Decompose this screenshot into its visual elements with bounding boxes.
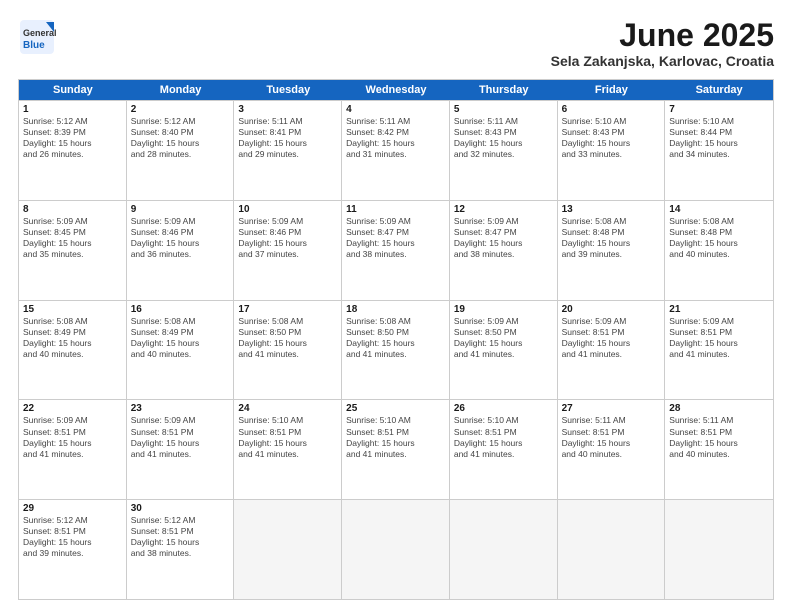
cell-28: 28 Sunrise: 5:11 AM Sunset: 8:51 PM Dayl… bbox=[665, 400, 773, 499]
week-row-3: 15 Sunrise: 5:08 AM Sunset: 8:49 PM Dayl… bbox=[19, 300, 773, 400]
cell-1: 1 Sunrise: 5:12 AM Sunset: 8:39 PM Dayli… bbox=[19, 101, 127, 200]
cell-19: 19 Sunrise: 5:09 AM Sunset: 8:50 PM Dayl… bbox=[450, 301, 558, 400]
cell-16: 16 Sunrise: 5:08 AM Sunset: 8:49 PM Dayl… bbox=[127, 301, 235, 400]
svg-text:General: General bbox=[23, 28, 56, 38]
title-block: June 2025 Sela Zakanjska, Karlovac, Croa… bbox=[551, 18, 774, 69]
week-row-5: 29 Sunrise: 5:12 AM Sunset: 8:51 PM Dayl… bbox=[19, 499, 773, 599]
cell-empty-4 bbox=[558, 500, 666, 599]
cell-21: 21 Sunrise: 5:09 AM Sunset: 8:51 PM Dayl… bbox=[665, 301, 773, 400]
cell-29: 29 Sunrise: 5:12 AM Sunset: 8:51 PM Dayl… bbox=[19, 500, 127, 599]
cell-5: 5 Sunrise: 5:11 AM Sunset: 8:43 PM Dayli… bbox=[450, 101, 558, 200]
week-row-2: 8 Sunrise: 5:09 AM Sunset: 8:45 PM Dayli… bbox=[19, 200, 773, 300]
cell-9: 9 Sunrise: 5:09 AM Sunset: 8:46 PM Dayli… bbox=[127, 201, 235, 300]
cell-10: 10 Sunrise: 5:09 AM Sunset: 8:46 PM Dayl… bbox=[234, 201, 342, 300]
week-row-4: 22 Sunrise: 5:09 AM Sunset: 8:51 PM Dayl… bbox=[19, 399, 773, 499]
cell-3: 3 Sunrise: 5:11 AM Sunset: 8:41 PM Dayli… bbox=[234, 101, 342, 200]
cell-14: 14 Sunrise: 5:08 AM Sunset: 8:48 PM Dayl… bbox=[665, 201, 773, 300]
svg-text:Blue: Blue bbox=[23, 40, 45, 51]
week-row-1: 1 Sunrise: 5:12 AM Sunset: 8:39 PM Dayli… bbox=[19, 100, 773, 200]
cell-empty-5 bbox=[665, 500, 773, 599]
cell-8: 8 Sunrise: 5:09 AM Sunset: 8:45 PM Dayli… bbox=[19, 201, 127, 300]
cell-empty-3 bbox=[450, 500, 558, 599]
cell-24: 24 Sunrise: 5:10 AM Sunset: 8:51 PM Dayl… bbox=[234, 400, 342, 499]
cell-22: 22 Sunrise: 5:09 AM Sunset: 8:51 PM Dayl… bbox=[19, 400, 127, 499]
calendar-body: 1 Sunrise: 5:12 AM Sunset: 8:39 PM Dayli… bbox=[19, 100, 773, 599]
cell-7: 7 Sunrise: 5:10 AM Sunset: 8:44 PM Dayli… bbox=[665, 101, 773, 200]
header-sunday: Sunday bbox=[19, 80, 127, 100]
cell-12: 12 Sunrise: 5:09 AM Sunset: 8:47 PM Dayl… bbox=[450, 201, 558, 300]
logo: General Blue bbox=[18, 18, 56, 56]
logo-icon: General Blue bbox=[18, 18, 56, 56]
cell-13: 13 Sunrise: 5:08 AM Sunset: 8:48 PM Dayl… bbox=[558, 201, 666, 300]
header-tuesday: Tuesday bbox=[234, 80, 342, 100]
cell-6: 6 Sunrise: 5:10 AM Sunset: 8:43 PM Dayli… bbox=[558, 101, 666, 200]
main-title: June 2025 bbox=[551, 18, 774, 53]
cell-4: 4 Sunrise: 5:11 AM Sunset: 8:42 PM Dayli… bbox=[342, 101, 450, 200]
cell-2: 2 Sunrise: 5:12 AM Sunset: 8:40 PM Dayli… bbox=[127, 101, 235, 200]
page: General Blue June 2025 Sela Zakanjska, K… bbox=[0, 0, 792, 612]
calendar: Sunday Monday Tuesday Wednesday Thursday… bbox=[18, 79, 774, 600]
cell-30: 30 Sunrise: 5:12 AM Sunset: 8:51 PM Dayl… bbox=[127, 500, 235, 599]
header-wednesday: Wednesday bbox=[342, 80, 450, 100]
header-friday: Friday bbox=[558, 80, 666, 100]
cell-25: 25 Sunrise: 5:10 AM Sunset: 8:51 PM Dayl… bbox=[342, 400, 450, 499]
header-thursday: Thursday bbox=[450, 80, 558, 100]
cell-empty-1 bbox=[234, 500, 342, 599]
cell-15: 15 Sunrise: 5:08 AM Sunset: 8:49 PM Dayl… bbox=[19, 301, 127, 400]
cell-17: 17 Sunrise: 5:08 AM Sunset: 8:50 PM Dayl… bbox=[234, 301, 342, 400]
header-saturday: Saturday bbox=[665, 80, 773, 100]
cell-23: 23 Sunrise: 5:09 AM Sunset: 8:51 PM Dayl… bbox=[127, 400, 235, 499]
cell-27: 27 Sunrise: 5:11 AM Sunset: 8:51 PM Dayl… bbox=[558, 400, 666, 499]
cell-26: 26 Sunrise: 5:10 AM Sunset: 8:51 PM Dayl… bbox=[450, 400, 558, 499]
cell-18: 18 Sunrise: 5:08 AM Sunset: 8:50 PM Dayl… bbox=[342, 301, 450, 400]
header-monday: Monday bbox=[127, 80, 235, 100]
calendar-header: Sunday Monday Tuesday Wednesday Thursday… bbox=[19, 80, 773, 100]
cell-11: 11 Sunrise: 5:09 AM Sunset: 8:47 PM Dayl… bbox=[342, 201, 450, 300]
cell-empty-2 bbox=[342, 500, 450, 599]
header: General Blue June 2025 Sela Zakanjska, K… bbox=[18, 18, 774, 69]
subtitle: Sela Zakanjska, Karlovac, Croatia bbox=[551, 53, 774, 69]
cell-20: 20 Sunrise: 5:09 AM Sunset: 8:51 PM Dayl… bbox=[558, 301, 666, 400]
